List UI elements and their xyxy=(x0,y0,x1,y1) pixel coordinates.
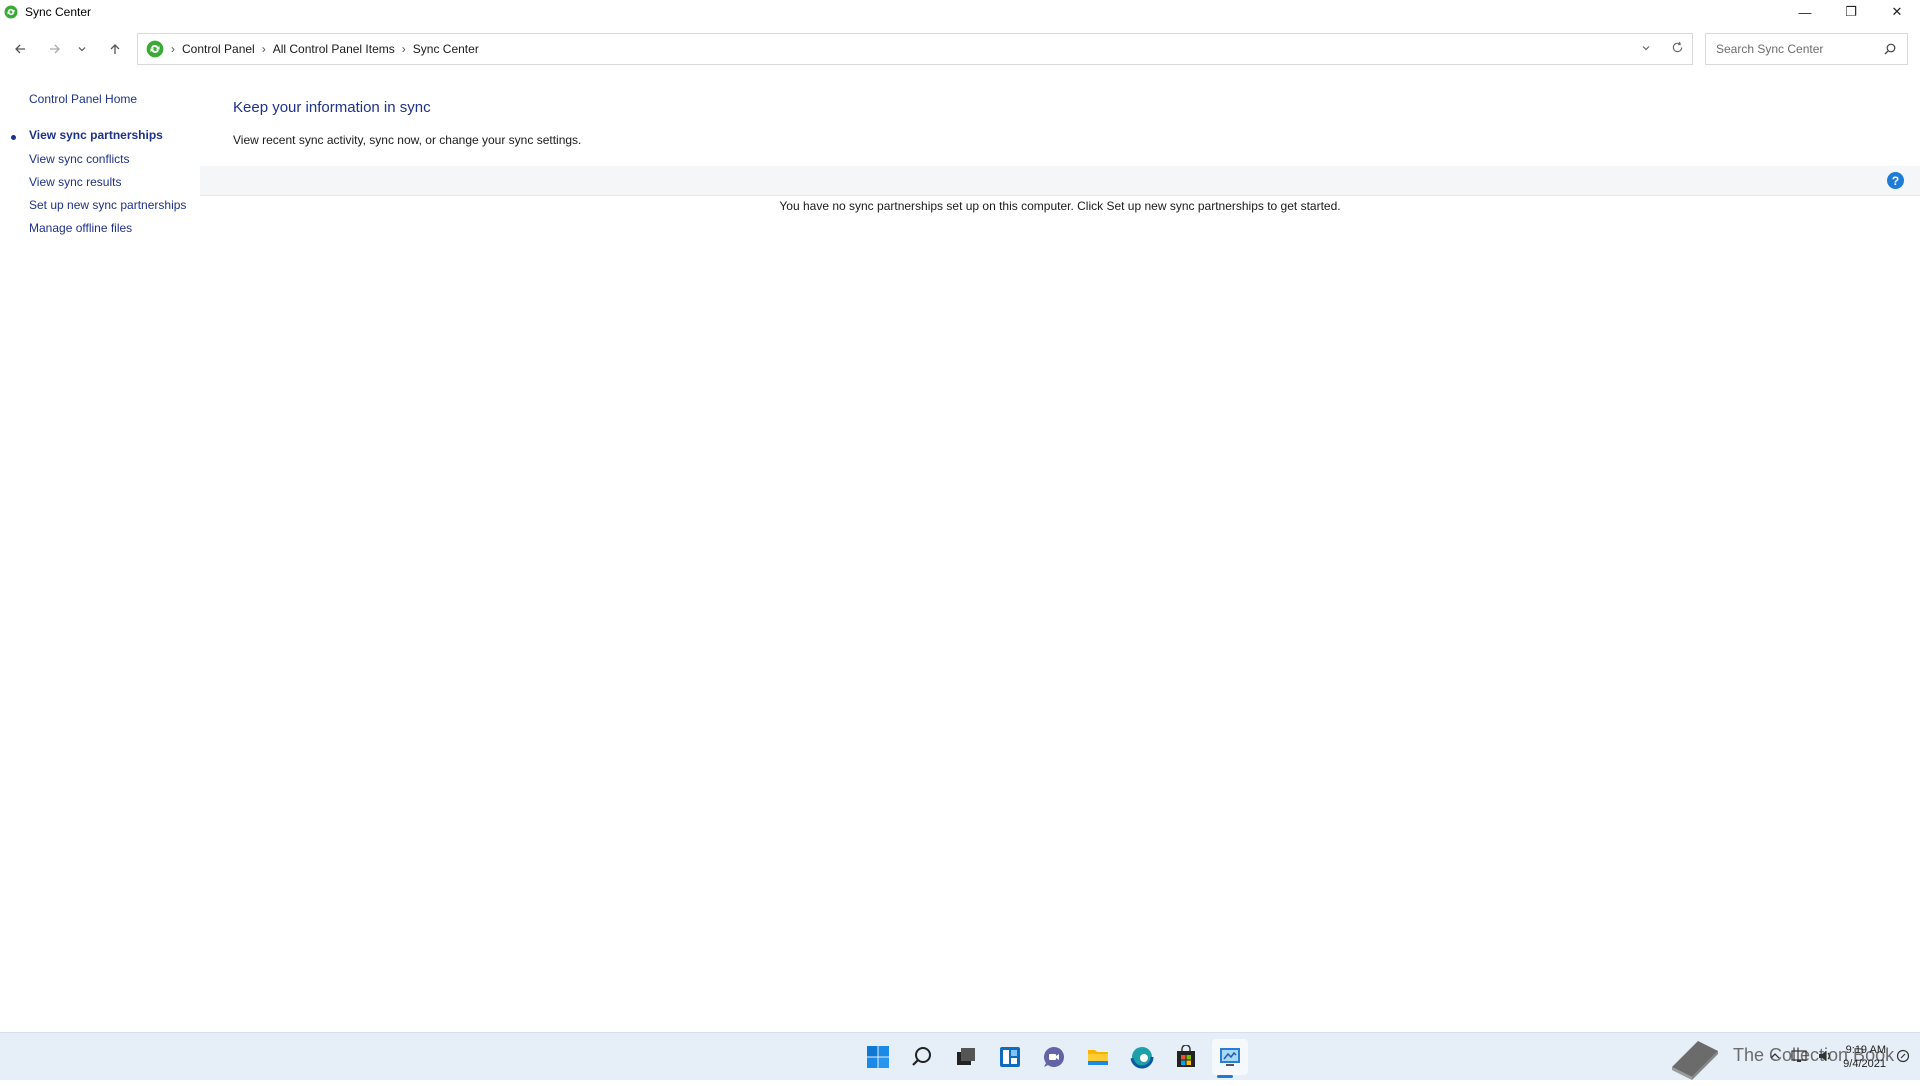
search-icon[interactable] xyxy=(1883,42,1897,56)
breadcrumb-separator-icon[interactable]: › xyxy=(171,42,175,56)
breadcrumb-all-control-panel-items[interactable]: All Control Panel Items xyxy=(273,42,395,56)
page-title: Keep your information in sync xyxy=(233,99,431,116)
search-icon[interactable] xyxy=(904,1039,940,1075)
clock-date: 9/4/2021 xyxy=(1843,1058,1886,1070)
edge-icon[interactable] xyxy=(1124,1039,1160,1075)
breadcrumb-separator-icon[interactable]: › xyxy=(402,42,406,56)
command-toolbar: ? xyxy=(200,166,1920,196)
control-panel-home-link[interactable]: Control Panel Home xyxy=(29,92,137,106)
back-arrow-icon[interactable] xyxy=(8,37,32,61)
minimize-button[interactable]: — xyxy=(1782,0,1828,24)
page-description: View recent sync activity, sync now, or … xyxy=(233,133,582,147)
view-sync-results-link[interactable]: View sync results xyxy=(29,175,121,189)
view-sync-partnerships-link[interactable]: View sync partnerships xyxy=(29,128,163,142)
taskbar-pinned-apps xyxy=(860,1033,1248,1081)
recent-locations-chevron-icon[interactable] xyxy=(74,37,90,61)
volume-icon[interactable] xyxy=(1817,1049,1833,1066)
forward-arrow-icon[interactable] xyxy=(43,37,67,61)
active-app-indicator xyxy=(1217,1075,1233,1078)
network-icon[interactable] xyxy=(1791,1049,1807,1066)
window-title: Sync Center xyxy=(25,5,92,19)
search-box[interactable] xyxy=(1705,33,1908,65)
sync-center-icon xyxy=(3,4,19,20)
book-logo-icon xyxy=(1668,1037,1722,1086)
notification-icon[interactable] xyxy=(1896,1049,1910,1066)
navigation-bar: › Control Panel › All Control Panel Item… xyxy=(0,26,1920,74)
title-bar: Sync Center — ❐ ✕ xyxy=(0,0,1920,24)
system-tray: 9:19 AM 9/4/2021 xyxy=(1769,1033,1910,1081)
breadcrumb-sync-center[interactable]: Sync Center xyxy=(413,42,479,56)
windows-start-icon[interactable] xyxy=(860,1039,896,1075)
view-sync-conflicts-link[interactable]: View sync conflicts xyxy=(29,152,129,166)
breadcrumb-separator-icon[interactable]: › xyxy=(262,42,266,56)
manage-offline-files-link[interactable]: Manage offline files xyxy=(29,221,132,235)
address-history-chevron-icon[interactable] xyxy=(1641,42,1651,56)
address-bar[interactable]: › Control Panel › All Control Panel Item… xyxy=(137,33,1693,65)
task-view-icon[interactable] xyxy=(948,1039,984,1075)
up-arrow-icon[interactable] xyxy=(103,37,127,61)
restore-button[interactable]: ❐ xyxy=(1828,0,1874,24)
help-icon[interactable]: ? xyxy=(1887,172,1904,189)
clock-time: 9:19 AM xyxy=(1845,1044,1886,1056)
tray-overflow-chevron-icon[interactable] xyxy=(1769,1050,1781,1065)
control-panel-icon[interactable] xyxy=(1212,1039,1248,1075)
sync-center-icon xyxy=(146,40,164,58)
breadcrumb-control-panel[interactable]: Control Panel xyxy=(182,42,255,56)
chat-icon[interactable] xyxy=(1036,1039,1072,1075)
refresh-icon[interactable] xyxy=(1671,41,1684,57)
search-input[interactable] xyxy=(1714,41,1874,57)
set-up-new-sync-partnerships-link[interactable]: Set up new sync partnerships xyxy=(29,198,186,212)
empty-state-message: You have no sync partnerships set up on … xyxy=(779,199,1341,213)
file-explorer-icon[interactable] xyxy=(1080,1039,1116,1075)
window-controls: — ❐ ✕ xyxy=(1782,0,1920,24)
store-icon[interactable] xyxy=(1168,1039,1204,1075)
address-bar-actions xyxy=(1641,34,1684,64)
close-button[interactable]: ✕ xyxy=(1874,0,1920,24)
active-item-bullet xyxy=(11,135,16,140)
taskbar-clock[interactable]: 9:19 AM 9/4/2021 xyxy=(1843,1043,1886,1071)
taskbar: The Collection Book 9:19 AM 9/4/2021 xyxy=(0,1032,1920,1080)
widgets-icon[interactable] xyxy=(992,1039,1028,1075)
